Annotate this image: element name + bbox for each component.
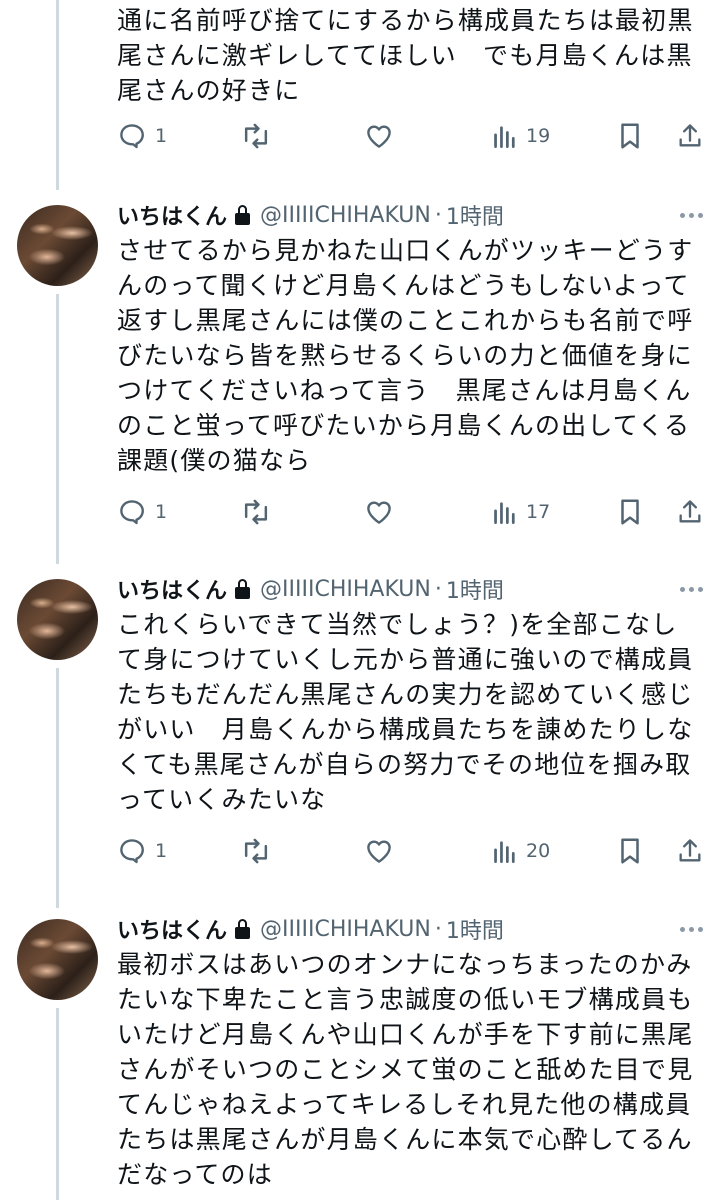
bookmark-button[interactable] [616, 836, 644, 866]
tweet-actions: 1 19 [0, 121, 723, 161]
reply-button[interactable]: 1 [117, 121, 167, 151]
heart-icon [367, 125, 391, 148]
separator-dot: · [434, 576, 442, 602]
reply-icon [120, 124, 144, 149]
repost-icon [244, 838, 268, 864]
reply-count: 1 [155, 501, 168, 523]
bookmark-icon [621, 123, 639, 149]
view-count: 17 [526, 501, 551, 523]
tweet-header: いちはくん @IIIIICHIHAKUN · 1時間 [117, 572, 504, 606]
tweet-text: 最初ボスはあいつのオンナになっちまったのかみ たいな下卑たこと言う忠誠度の低いモ… [117, 950, 694, 1189]
share-icon [679, 500, 701, 523]
lock-icon [235, 919, 251, 939]
views-button[interactable]: 17 [492, 497, 550, 527]
share-button[interactable] [676, 121, 704, 151]
more-options-icon[interactable] [680, 587, 703, 592]
avatar[interactable] [17, 919, 98, 1000]
bookmark-icon [621, 499, 639, 525]
views-button[interactable]: 20 [492, 836, 550, 866]
tweet-text: 通に名前呼び捨てにするから構成員たちは最初黒 尾さんに激ギレしててほしい でも月… [117, 6, 694, 105]
like-button[interactable] [364, 121, 394, 151]
share-icon [679, 839, 701, 862]
views-icon [494, 841, 515, 863]
view-count: 19 [526, 125, 551, 147]
reply-icon [120, 839, 144, 864]
display-name[interactable]: いちはくん [117, 913, 227, 945]
repost-button[interactable] [240, 836, 272, 866]
tweet-header: いちはくん @IIIIICHIHAKUN · 1時間 [117, 912, 504, 946]
timestamp[interactable]: 1時間 [446, 573, 504, 605]
thread-line [56, 0, 59, 190]
view-count: 20 [526, 840, 551, 862]
repost-icon [244, 499, 268, 525]
share-icon [679, 124, 701, 147]
timestamp[interactable]: 1時間 [446, 199, 504, 231]
share-button[interactable] [676, 836, 704, 866]
thread-line [56, 1008, 59, 1200]
lock-icon [235, 579, 251, 599]
more-options-icon[interactable] [680, 213, 703, 218]
bookmark-button[interactable] [616, 121, 644, 151]
reply-button[interactable]: 1 [117, 836, 167, 866]
separator-dot: · [434, 202, 442, 228]
timestamp[interactable]: 1時間 [446, 913, 504, 945]
avatar[interactable] [17, 579, 98, 660]
display-name[interactable]: いちはくん [117, 199, 227, 231]
bookmark-button[interactable] [616, 497, 644, 527]
more-options-icon[interactable] [680, 927, 703, 932]
avatar[interactable] [17, 205, 98, 286]
user-handle[interactable]: @IIIIICHIHAKUN [260, 917, 431, 942]
tweet-text: させてるから見かねた山口くんがツッキーどうす んのって聞くけど月島くんはどうもし… [117, 236, 694, 475]
lock-icon [235, 205, 251, 225]
like-button[interactable] [364, 836, 394, 866]
repost-icon [244, 123, 268, 149]
views-button[interactable]: 19 [492, 121, 550, 151]
reply-button[interactable]: 1 [117, 497, 167, 527]
tweet-text: これくらいできて当然でしょう？)を全部こなし て身につけていくし元から普通に強い… [117, 610, 694, 814]
like-button[interactable] [364, 497, 394, 527]
repost-button[interactable] [240, 121, 272, 151]
display-name[interactable]: いちはくん [117, 573, 227, 605]
share-button[interactable] [676, 497, 704, 527]
user-handle[interactable]: @IIIIICHIHAKUN [260, 577, 431, 602]
repost-button[interactable] [240, 497, 272, 527]
user-handle[interactable]: @IIIIICHIHAKUN [260, 203, 431, 228]
reply-count: 1 [155, 125, 168, 147]
views-icon [494, 502, 515, 524]
tweet-actions: 1 17 [0, 497, 723, 537]
reply-icon [120, 500, 144, 525]
bookmark-icon [621, 838, 639, 864]
views-icon [494, 126, 515, 148]
heart-icon [367, 501, 391, 524]
tweet-header: いちはくん @IIIIICHIHAKUN · 1時間 [117, 198, 504, 232]
reply-count: 1 [155, 840, 168, 862]
heart-icon [367, 840, 391, 863]
separator-dot: · [434, 916, 442, 942]
tweet-actions: 1 20 [0, 836, 723, 876]
